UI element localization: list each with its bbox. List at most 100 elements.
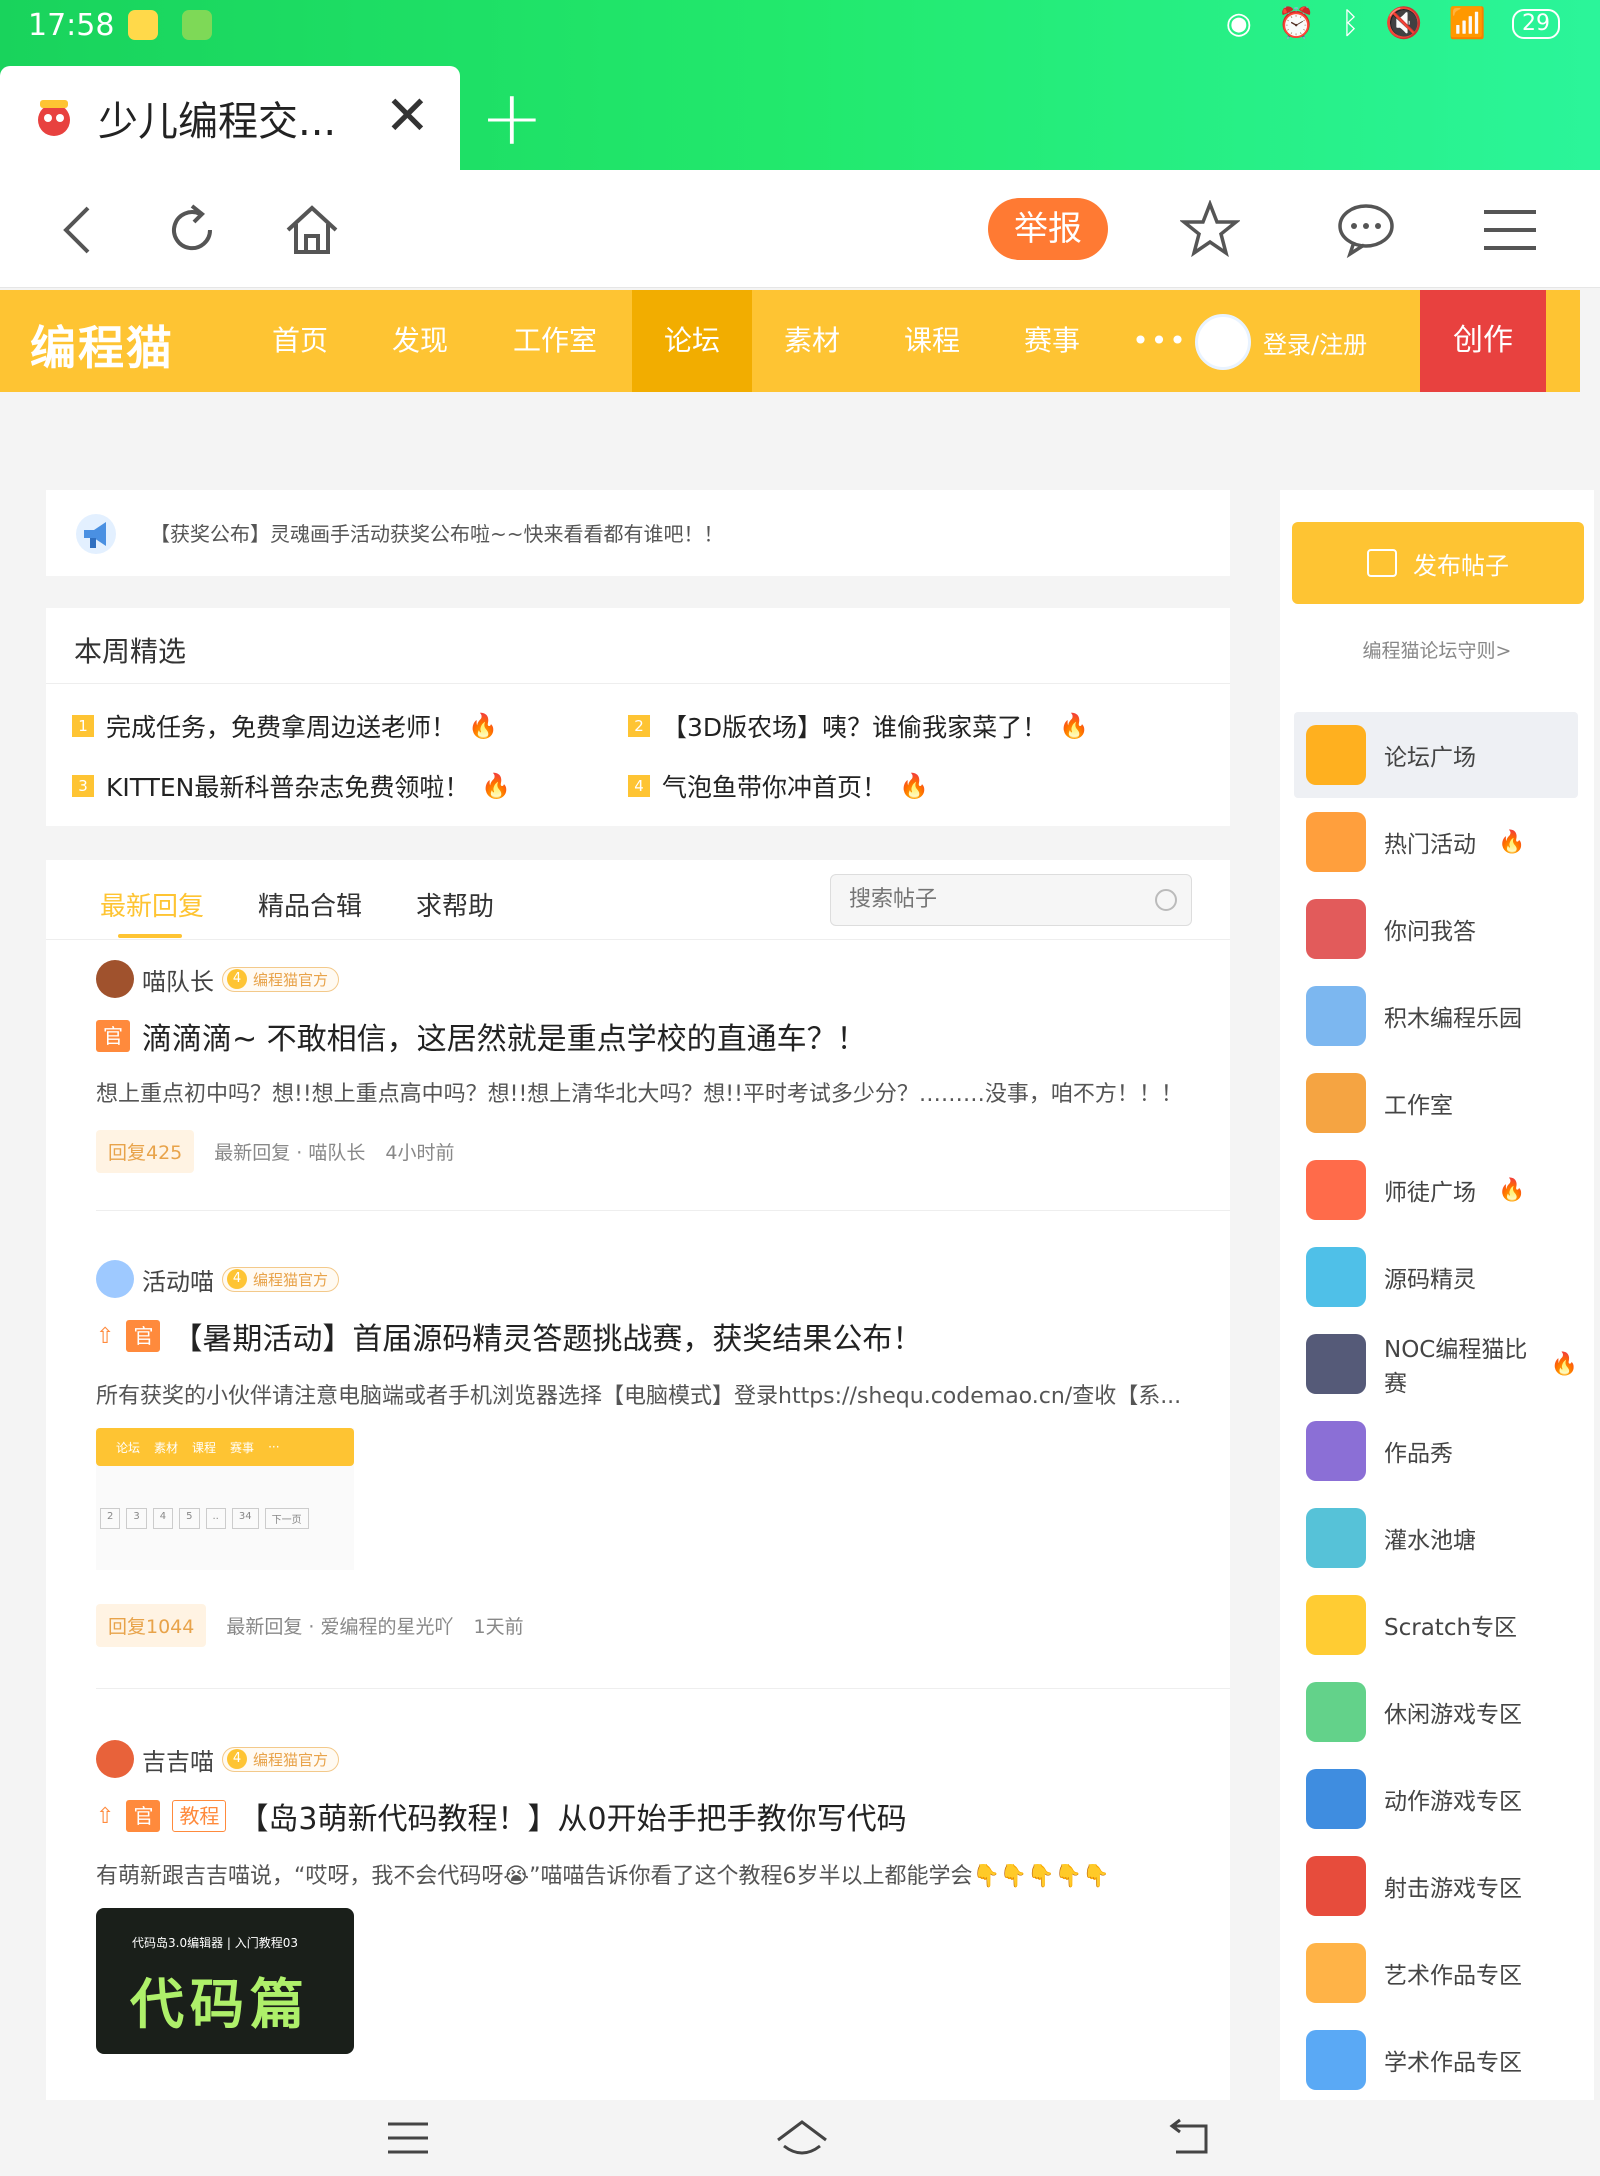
weekly-item-text: 气泡鱼带你冲首页！ (662, 773, 888, 802)
sidebar-item[interactable]: 源码精灵 (1294, 1234, 1578, 1320)
menu-icon[interactable] (1480, 200, 1540, 260)
nav-forum[interactable]: 论坛 (632, 290, 752, 392)
fire-icon: 🔥 (468, 712, 498, 740)
rank-badge: 3 (72, 775, 94, 797)
post-title[interactable]: ⇧ 官 教程 【岛3萌新代码教程！】从0开始手把手教你写代码 (96, 1794, 907, 1838)
tab-help[interactable]: 求帮助 (416, 886, 494, 923)
sidebar-item-label: NOC编程猫比赛 (1384, 1337, 1528, 1397)
nav-studio[interactable]: 工作室 (495, 290, 615, 392)
official-badge: 4 编程猫官方 (222, 966, 340, 992)
login-register[interactable]: 登录/注册 (1195, 314, 1367, 370)
level-badge: 4 (227, 1269, 247, 1289)
announcement-bar[interactable]: 【获奖公布】灵魂画手活动获奖公布啦~~快来看看都有谁吧！！ (46, 490, 1230, 576)
section-icon (1306, 1160, 1366, 1220)
nav-contests[interactable]: 赛事 (1002, 290, 1102, 392)
post-meta: 回复425 最新回复 · 喵队长 4小时前 (96, 1130, 454, 1173)
sidebar-item[interactable]: NOC编程猫比赛 🔥 (1294, 1321, 1578, 1407)
weekly-item[interactable]: 3 KITTEN最新科普杂志免费领啦！ 🔥 (72, 768, 511, 804)
post-item[interactable]: 吉吉喵 4 编程猫官方 ⇧ 官 教程 【岛3萌新代码教程！】从0开始手把手教你写… (46, 1740, 1230, 2160)
sidebar-item-label: 你问我答 (1384, 919, 1476, 945)
forum-rules-link[interactable]: 编程猫论坛守则> (1280, 636, 1594, 663)
post-author[interactable]: 吉吉喵 4 编程猫官方 (96, 1740, 340, 1778)
nav-more-icon[interactable]: ••• (1120, 290, 1200, 392)
sidebar-item[interactable]: 射击游戏专区 (1294, 1843, 1578, 1929)
reload-icon[interactable] (162, 200, 222, 260)
login-label: 登录/注册 (1263, 330, 1368, 359)
thumb-nav-item: 论坛 (116, 1440, 141, 1455)
post-item[interactable]: 喵队长 4 编程猫官方 官 滴滴滴~ 不敢相信，这居然就是重点学校的直通车？！ … (46, 960, 1230, 1260)
thumb-nav-item: 素材 (154, 1440, 179, 1455)
back-icon[interactable] (50, 200, 110, 260)
post-thumbnail[interactable]: 论坛 素材 课程 赛事 ··· 2 3 4 5 .. 34 下一页 (96, 1428, 354, 1570)
post-meta: 回复1044 最新回复 · 爱编程的星光吖 1天前 (96, 1604, 524, 1647)
search-input[interactable] (849, 887, 1149, 912)
nav-courses[interactable]: 课程 (882, 290, 982, 392)
nav-discover[interactable]: 发现 (370, 290, 470, 392)
new-tab-button[interactable]: + (480, 80, 544, 156)
post-item[interactable]: 活动喵 4 编程猫官方 ⇧ 官 【暑期活动】首届源码精灵答题挑战赛，获奖结果公布… (46, 1260, 1230, 1740)
create-button[interactable]: 创作 (1420, 290, 1546, 392)
bookmark-star-icon[interactable] (1180, 200, 1240, 260)
nav-materials[interactable]: 素材 (762, 290, 862, 392)
sidebar-item[interactable]: 作品秀 (1294, 1408, 1578, 1494)
pinned-icon: ⇧ (96, 1803, 115, 1829)
thumb-headline: 代码篇 (130, 1973, 310, 2036)
search-box[interactable] (830, 874, 1192, 926)
comments-icon[interactable] (1336, 200, 1396, 260)
post-time: 1天前 (473, 1616, 524, 1638)
rank-badge: 1 (72, 715, 94, 737)
sidebar-item[interactable]: 论坛广场 (1294, 712, 1578, 798)
author-name: 活动喵 (142, 1267, 214, 1296)
browser-toolbar: 举报 (0, 170, 1600, 288)
sidebar-item[interactable]: 学术作品专区 (1294, 2017, 1578, 2103)
menu-icon[interactable] (386, 2116, 430, 2160)
report-button[interactable]: 举报 (988, 198, 1108, 260)
sidebar-item[interactable]: 师徒广场 🔥 (1294, 1147, 1578, 1233)
sidebar-item[interactable]: 艺术作品专区 (1294, 1930, 1578, 2016)
browser-top-bar: 17:58 ◉ ⏰ ᛒ 🔇 📶 29 少儿编程交... ✕ + (0, 0, 1600, 170)
last-reply: 最新回复 · 喵队长 (214, 1142, 366, 1164)
post-title[interactable]: ⇧ 官 【暑期活动】首届源码精灵答题挑战赛，获奖结果公布！ (96, 1314, 922, 1358)
home-icon[interactable] (282, 200, 342, 260)
post-author[interactable]: 喵队长 4 编程猫官方 (96, 960, 340, 998)
back-icon[interactable] (1168, 2116, 1212, 2160)
tab-latest-replies[interactable]: 最新回复 (100, 886, 204, 923)
home-icon[interactable] (776, 2116, 828, 2160)
post-title-text: 【暑期活动】首届源码精灵答题挑战赛，获奖结果公布！ (172, 1322, 923, 1357)
nav-home[interactable]: 首页 (250, 290, 350, 392)
sidebar-item[interactable]: 工作室 (1294, 1060, 1578, 1146)
thumb-page: 2 (100, 1508, 121, 1529)
sidebar-item[interactable]: Scratch专区 (1294, 1582, 1578, 1668)
posts-tabs: 最新回复 精品合辑 求帮助 (46, 860, 1230, 940)
post-author[interactable]: 活动喵 4 编程猫官方 (96, 1260, 340, 1298)
system-navigation-bar (0, 2100, 1600, 2176)
section-icon (1306, 1943, 1366, 2003)
weekly-item[interactable]: 4 气泡鱼带你冲首页！ 🔥 (628, 768, 929, 804)
post-title[interactable]: 官 滴滴滴~ 不敢相信，这居然就是重点学校的直通车？！ (96, 1014, 867, 1058)
thumb-nav-item: ··· (268, 1440, 280, 1454)
sidebar-item[interactable]: 休闲游戏专区 (1294, 1669, 1578, 1755)
section-icon (1306, 1769, 1366, 1829)
post-thumbnail[interactable]: 代码岛3.0编辑器 | 入门教程03 代码篇 (96, 1908, 354, 2054)
tab-featured[interactable]: 精品合辑 (258, 886, 362, 923)
publish-post-button[interactable]: 发布帖子 (1292, 522, 1584, 604)
sidebar-item[interactable]: 动作游戏专区 (1294, 1756, 1578, 1842)
active-tab-indicator (118, 934, 182, 938)
weekly-item[interactable]: 2 【3D版农场】咦？谁偷我家菜了！ 🔥 (628, 708, 1089, 744)
official-tag: 官 (96, 1020, 130, 1052)
sidebar-item[interactable]: 你问我答 (1294, 886, 1578, 972)
sidebar-item[interactable]: 灌水池塘 (1294, 1495, 1578, 1581)
sidebar-item[interactable]: 热门活动 🔥 (1294, 799, 1578, 885)
section-icon (1306, 725, 1366, 785)
browser-tab[interactable]: 少儿编程交... ✕ (0, 66, 460, 170)
close-tab-icon[interactable]: ✕ (385, 88, 430, 144)
search-icon[interactable] (1155, 889, 1177, 911)
thumb-nav-item: 课程 (192, 1440, 217, 1455)
site-logo[interactable]: 编程猫 (30, 312, 174, 378)
weekly-item[interactable]: 1 完成任务，免费拿周边送老师！ 🔥 (72, 708, 498, 744)
thumb-nav-item: 赛事 (230, 1440, 255, 1455)
sidebar-item-label: 艺术作品专区 (1384, 1963, 1522, 1989)
official-tag: 官 (126, 1320, 161, 1352)
official-tag: 官 (126, 1800, 161, 1832)
sidebar-item[interactable]: 积木编程乐园 (1294, 973, 1578, 1059)
